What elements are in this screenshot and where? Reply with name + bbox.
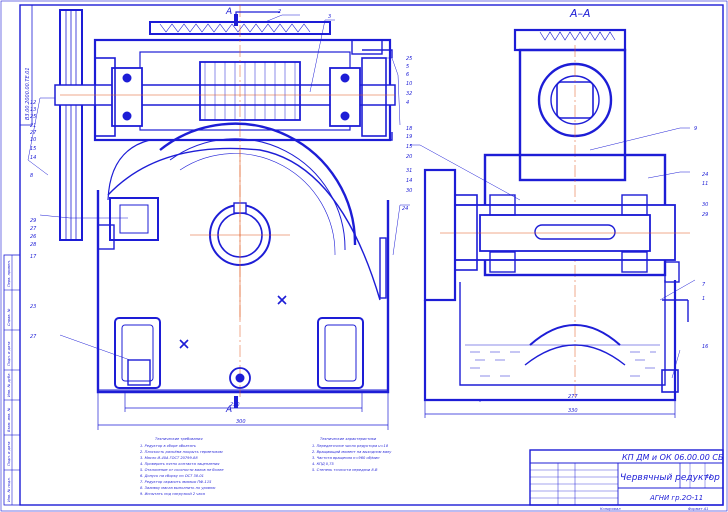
notes-left-heading: Технические требования [155, 437, 203, 441]
callout-cr-0: 25 [406, 56, 412, 62]
callout-2: 2 [278, 9, 281, 15]
notes-left-line-3: 4. Проверить пятно контакта зацепления [140, 462, 220, 466]
strip-label-5: Подп. и дата [7, 442, 11, 466]
callout-rs-4: 7 [702, 282, 706, 288]
callout-rs-3: 29 [702, 212, 708, 218]
dim-right-lower: 330 [568, 408, 578, 414]
callout-ml-0: 29 [30, 218, 36, 224]
assembly-drawing: Перв. примен. Справ. № Подп. и дата Инв.… [0, 0, 728, 512]
strip-label-1: Справ. № [7, 308, 11, 326]
strip-label-0: Перв. примен. [7, 260, 11, 287]
notes-right-heading: Технические характеристики [320, 437, 377, 441]
strip-label-4: Взам. инв. № [7, 407, 11, 432]
notes-right-line-1: 2. Вращающий момент на выходном валу [312, 450, 392, 454]
side-section-view [423, 28, 690, 402]
strip-label-2: Подп. и дата [7, 342, 11, 366]
callout-rl-1: 20 [406, 154, 412, 160]
title-block-sheet: 11 [706, 474, 712, 480]
callout-cr-5: 4 [406, 100, 409, 106]
fastener-marks [179, 295, 287, 349]
dim-left-total: 300 [236, 419, 246, 425]
callout-rl-2: 31 [406, 168, 412, 174]
callout-column-mid-left: 29 27 26 28 17 [30, 218, 37, 260]
callout-cr-2: 6 [406, 72, 409, 78]
callout-column-right-left: 15 20 31 14 30 [406, 144, 412, 194]
strip-label-3: Инв. № дубл. [7, 372, 11, 397]
section-letter-top: A [225, 7, 232, 17]
callout-rl-0: 15 [406, 144, 412, 150]
callout-rs-1: 11 [702, 181, 708, 187]
notes-right-line-0: 1. Передаточное число редуктора u=18 [312, 444, 389, 448]
callout-27b: 27 [30, 334, 37, 340]
title-block-code: КП ДМ и ОК 06.00.00 СБ [622, 453, 724, 462]
notes-left-line-8: 9. Испытать под нагрузкой 2 часа [140, 492, 205, 496]
notes-left-line-7: 8. Заливку масла выполнить по уровню [140, 486, 215, 490]
callout-cr-3: 10 [406, 81, 412, 87]
callout-column-right-side: 24 11 30 29 7 1 16 [702, 172, 708, 350]
right-dimensions [424, 399, 676, 418]
callout-ml-1: 27 [30, 226, 37, 232]
notes-right-line-4: 5. Степень точности передачи 8-В [312, 468, 378, 472]
callout-rs-5: 1 [702, 296, 705, 302]
callout-cr-4: 32 [406, 91, 412, 97]
callout-rs-2: 30 [702, 202, 708, 208]
notes-right-line-3: 4. КПД 0,75 [312, 462, 334, 466]
title-block-org: АГНИ гр.2О-11 [649, 494, 703, 502]
callout-rs-0: 24 [702, 172, 708, 178]
callout-left-1: 13 [30, 107, 36, 113]
callout-9: 9 [694, 126, 697, 132]
callout-column-left: 12 13 25 21 27 10 15 14 8 [30, 100, 37, 179]
strip-label-6: Инв. № подл. [7, 477, 11, 502]
notes-left-line-2: 3. Масло И-40А ГОСТ 20799-88 [140, 456, 198, 460]
callout-ml-3: 28 [30, 242, 36, 248]
callout-left-6: 15 [30, 146, 36, 152]
callout-cr-7: 19 [406, 134, 412, 140]
notes-left-line-5: 6. Допуск на сборку по ОСТ 38-01 [140, 474, 204, 478]
notes-left-line-1: 2. Плоскость разъёма покрыть герметиком [140, 450, 223, 454]
section-title: A–A [569, 7, 591, 20]
callout-left-5: 10 [30, 137, 36, 143]
notes-left-line-6: 7. Редуктор окрасить эмалью ПФ-115 [140, 480, 212, 484]
callout-rs-6: 16 [702, 344, 708, 350]
notes-right-line-2: 3. Частота вращения n=960 об/мин [312, 456, 380, 460]
dim-left-width: 250 [230, 402, 240, 408]
callout-cr-6: 18 [406, 126, 412, 132]
callout-left-3: 21 [30, 123, 36, 129]
callout-23: 23 [30, 304, 36, 310]
section-mark-top: A [225, 7, 280, 26]
front-view [54, 5, 396, 400]
callout-left-2: 25 [30, 114, 36, 120]
notes-left-line-0: 1. Редуктор в сборе обкатать [140, 444, 196, 448]
callout-24: 24 [402, 206, 408, 212]
callout-left-8: 8 [30, 173, 33, 179]
callout-column-center-right: 25 5 6 10 32 4 18 19 [406, 56, 412, 140]
callout-ml-4: 17 [30, 254, 37, 260]
callout-left-4: 27 [30, 130, 37, 136]
notes-left: Технические требования 1. Редуктор в сбо… [140, 437, 224, 496]
dim-right-width: 277 [568, 394, 578, 400]
callout-3: 3 [328, 14, 331, 20]
callout-left-7: 14 [30, 155, 36, 161]
callout-ml-2: 26 [30, 234, 36, 240]
callout-cr-1: 5 [406, 64, 409, 70]
callout-rl-4: 30 [406, 188, 412, 194]
notes-left-line-4: 5. Отклонение от соосности валов не боле… [140, 468, 224, 472]
title-block-footer-right: Формат A1 [688, 507, 708, 511]
notes-right: Технические характеристики 1. Передаточн… [312, 437, 392, 472]
left-side-strip: Перв. примен. Справ. № Подп. и дата Инв.… [3, 254, 21, 506]
callout-left-0: 12 [30, 100, 36, 106]
title-block-footer-left: Копировал [600, 507, 621, 511]
callout-rl-3: 14 [406, 178, 412, 184]
